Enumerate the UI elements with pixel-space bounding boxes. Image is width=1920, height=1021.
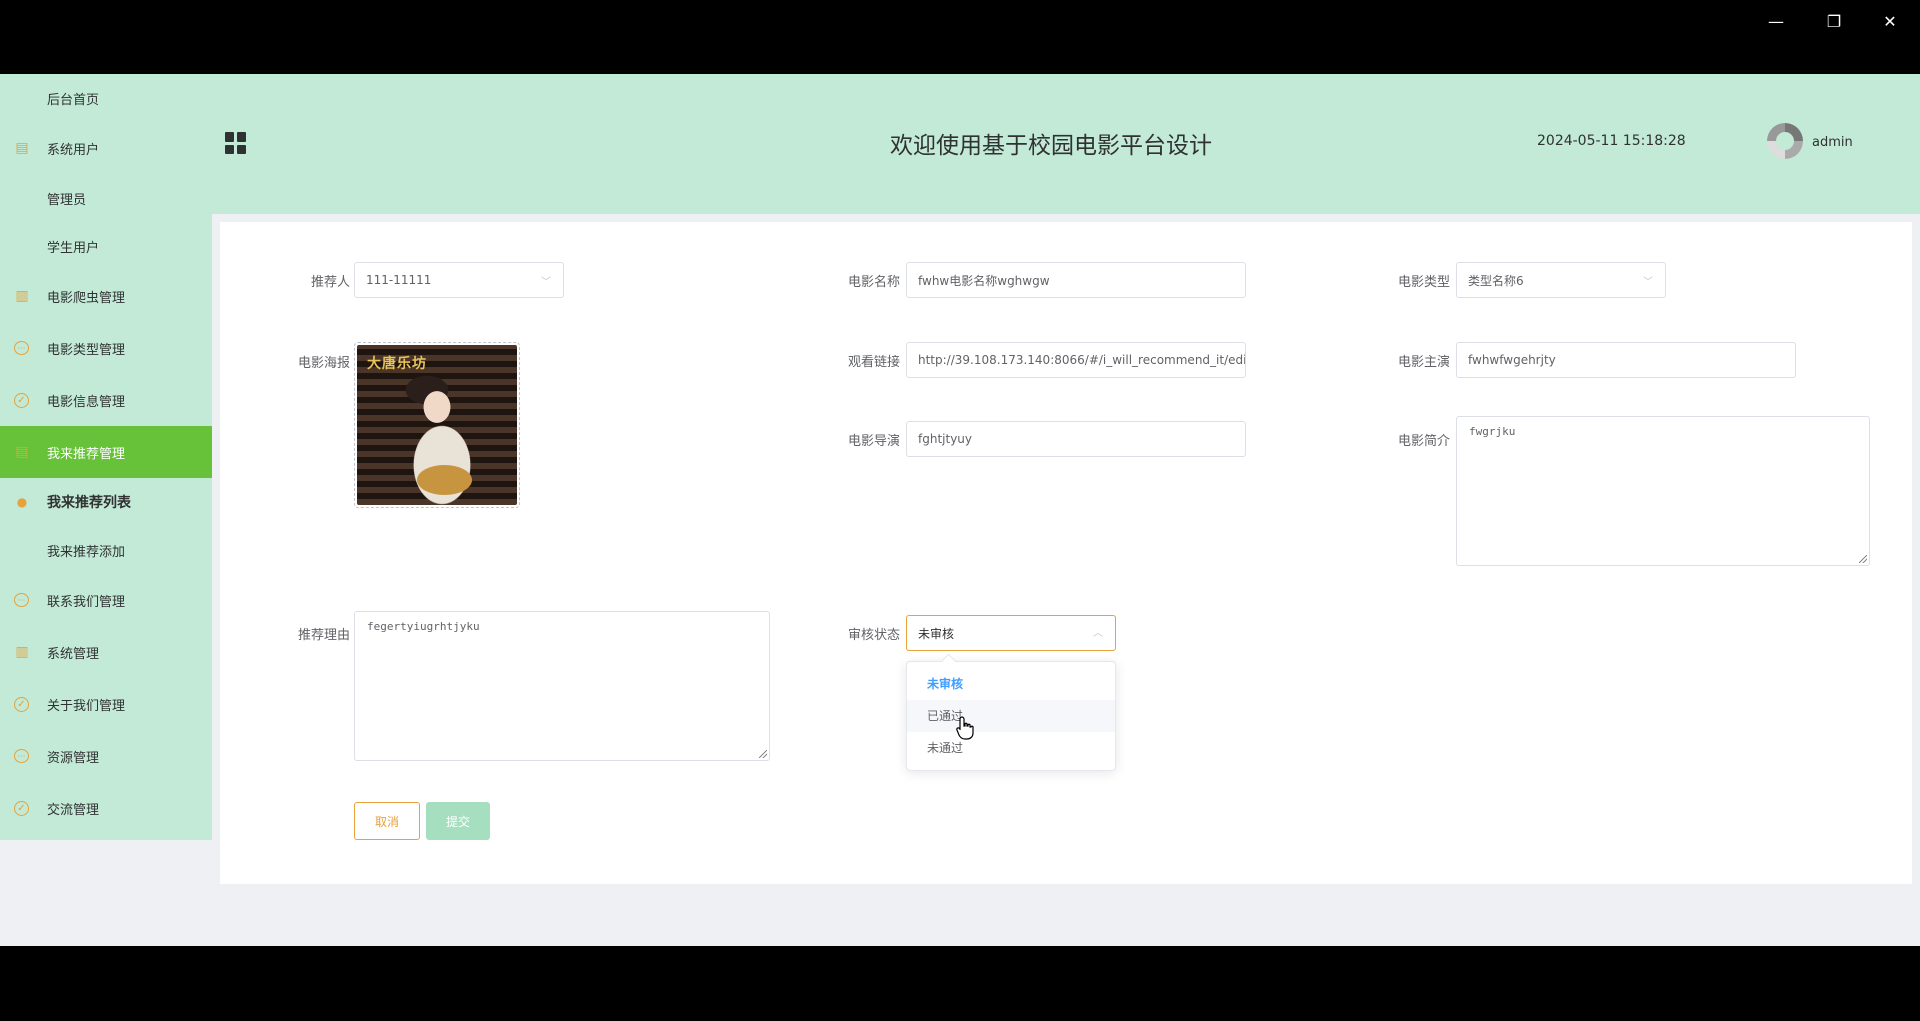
poster-image: 大唐乐坊 [357, 345, 517, 505]
chat-icon: ··· [14, 749, 29, 763]
chevron-down-icon: ﹀ [1643, 277, 1653, 288]
header: 欢迎使用基于校园电影平台设计 2024-05-11 15:18:28 admin [212, 74, 1920, 214]
actors-label: 电影主演 [1397, 355, 1450, 370]
sidebar-item-label: 资源管理 [47, 750, 100, 766]
recommender-select[interactable]: 111-11111 ﹀ [354, 262, 564, 298]
sidebar-item[interactable]: ··· 电影类型管理 [0, 322, 212, 374]
app-area: 后台首页 ▤ 系统用户管理员学生用户 ▥ 电影爬虫管理 ··· 电影类型管理 ✓ 电影信息管理 ▤… [0, 74, 1920, 946]
status-option[interactable]: 已通过 [907, 700, 1115, 732]
watch-link-label: 观看链接 [847, 355, 900, 370]
window-titlebar: — ❐ ✕ [0, 0, 1920, 74]
sidebar-item[interactable]: ● 我来推荐列表 [0, 478, 212, 526]
sidebar-item-label: 关于我们管理 [47, 698, 126, 714]
sidebar-item[interactable]: ▥ 系统管理 [0, 626, 212, 678]
chat-icon: ··· [14, 341, 29, 355]
resize-handle-icon[interactable] [1859, 555, 1867, 563]
reason-value: fegertyiugrhtjyku [367, 620, 480, 633]
sidebar-item[interactable]: ▤ 系统用户 [0, 122, 212, 174]
chevron-down-icon: ﹀ [541, 277, 551, 288]
sidebar-item-label: 电影爬虫管理 [47, 290, 126, 306]
status-value: 未审核 [918, 626, 955, 641]
sidebar-item[interactable]: ▥ 电影爬虫管理 [0, 270, 212, 322]
sidebar-item-label: 电影类型管理 [47, 342, 126, 358]
edit-form-panel: 推荐人 111-11111 ﹀ 电影名称 fwhw电影名称wghwgw 电影类型… [220, 222, 1912, 884]
director-label: 电影导演 [847, 434, 900, 449]
sidebar-item[interactable]: 后台首页 [0, 74, 212, 122]
intro-textarea[interactable]: fwgrjku [1456, 416, 1870, 566]
sidebar-item[interactable]: ✓ 电影信息管理 [0, 374, 212, 426]
close-icon[interactable]: ✕ [1866, 6, 1914, 36]
recommender-label: 推荐人 [310, 275, 350, 290]
avatar[interactable] [1767, 123, 1803, 159]
location-icon: ● [16, 495, 28, 509]
sidebar-item-label: 电影信息管理 [47, 394, 126, 410]
taskbar-area [0, 946, 1920, 1021]
watch-link-input[interactable]: http://39.108.173.140:8066/#/i_will_reco… [906, 342, 1246, 378]
reason-label: 推荐理由 [297, 628, 350, 643]
poster-lute-shape [417, 465, 472, 495]
chat-icon: ··· [14, 593, 29, 607]
sidebar-item-label: 后台首页 [47, 92, 100, 108]
status-option[interactable]: 未审核 [907, 668, 1115, 700]
intro-label: 电影简介 [1397, 434, 1450, 449]
document-icon: ▤ [15, 444, 29, 460]
status-select[interactable]: 未审核 ︿ [906, 615, 1116, 651]
actors-input[interactable]: fwhwfwgehrjty [1456, 342, 1796, 378]
bar-chart-icon: ▥ [15, 644, 29, 660]
recommender-value: 111-11111 [366, 273, 432, 287]
sidebar-item[interactable]: ✓ 交流管理 [0, 782, 212, 834]
sidebar-item-label: 系统管理 [47, 646, 100, 662]
intro-value: fwgrjku [1469, 425, 1516, 438]
reason-textarea[interactable]: fegertyiugrhtjyku [354, 611, 770, 761]
resize-handle-icon[interactable] [759, 750, 767, 758]
username[interactable]: admin [1812, 135, 1853, 150]
chevron-up-icon: ︿ [1093, 628, 1103, 639]
status-dropdown: 未审核 已通过 未通过 [906, 661, 1116, 771]
movie-type-value: 类型名称6 [1468, 273, 1524, 288]
minimize-icon[interactable]: — [1752, 6, 1800, 36]
sidebar-item[interactable]: 学生用户 [0, 222, 212, 270]
restore-icon[interactable]: ❐ [1810, 6, 1858, 36]
status-option[interactable]: 未通过 [907, 732, 1115, 764]
poster-label: 电影海报 [297, 356, 350, 371]
sidebar-item[interactable]: 管理员 [0, 174, 212, 222]
sidebar-item[interactable]: 我来推荐添加 [0, 526, 212, 574]
document-icon: ▤ [15, 140, 29, 156]
cancel-button[interactable]: 取消 [354, 802, 420, 840]
sidebar-item-label: 管理员 [47, 192, 87, 208]
sidebar-item-label: 我来推荐列表 [47, 495, 131, 511]
check-circle-icon: ✓ [14, 696, 29, 712]
submit-button[interactable]: 提交 [426, 802, 490, 840]
sidebar-item-label: 学生用户 [47, 240, 100, 256]
check-circle-icon: ✓ [14, 392, 29, 408]
sidebar: 后台首页 ▤ 系统用户管理员学生用户 ▥ 电影爬虫管理 ··· 电影类型管理 ✓ 电影信息管理 ▤… [0, 74, 212, 946]
poster-logo: 大唐乐坊 [367, 356, 427, 372]
sidebar-item[interactable]: ··· 联系我们管理 [0, 574, 212, 626]
status-label: 审核状态 [847, 628, 900, 643]
bar-chart-icon: ▥ [15, 288, 29, 304]
sidebar-item[interactable]: ✓ 关于我们管理 [0, 678, 212, 730]
movie-name-label: 电影名称 [847, 275, 900, 290]
hand-cursor-icon [956, 716, 974, 740]
poster-upload[interactable]: 大唐乐坊 [354, 342, 520, 508]
movie-type-label: 电影类型 [1397, 275, 1450, 290]
sidebar-item-label: 交流管理 [47, 802, 100, 818]
movie-type-select[interactable]: 类型名称6 ﹀ [1456, 262, 1666, 298]
sidebar-menu: 后台首页 ▤ 系统用户管理员学生用户 ▥ 电影爬虫管理 ··· 电影类型管理 ✓ 电影信息管理 ▤… [0, 74, 212, 840]
sidebar-item-label: 我来推荐管理 [47, 446, 126, 462]
sidebar-item-label: 联系我们管理 [47, 594, 126, 610]
sidebar-item-label: 我来推荐添加 [47, 544, 126, 560]
sidebar-item-label: 系统用户 [47, 142, 100, 158]
sidebar-item[interactable]: ▤ 我来推荐管理 [0, 426, 212, 478]
movie-name-input[interactable]: fwhw电影名称wghwgw [906, 262, 1246, 298]
datetime: 2024-05-11 15:18:28 [1537, 133, 1686, 149]
check-circle-icon: ✓ [14, 800, 29, 816]
sidebar-item[interactable]: ··· 资源管理 [0, 730, 212, 782]
director-input[interactable]: fghtjtyuy [906, 421, 1246, 457]
